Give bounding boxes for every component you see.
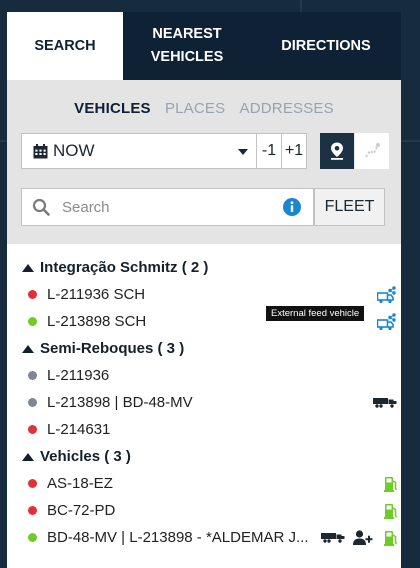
search-controls: VEHICLES PLACES ADDRESSES NOW -1 +1 Sear… [7, 80, 401, 244]
group-name: Semi-Reboques ( 3 ) [40, 340, 185, 357]
vehicle-label: L-213898 | BD-48-MV [47, 394, 193, 411]
search-box [21, 188, 314, 226]
tab-directions[interactable]: DIRECTIONS [251, 12, 401, 80]
group-header-integracao-schmitz[interactable]: Integração Schmitz ( 2 ) [7, 254, 401, 281]
group-header-semi-reboques[interactable]: Semi-Reboques ( 3 ) [7, 335, 401, 362]
tab-nearest-vehicles[interactable]: NEAREST VEHICLES [123, 12, 251, 80]
list-item-vehicle[interactable]: AS-18-EZ [7, 470, 401, 497]
location-pin-button[interactable] [320, 133, 354, 169]
list-item-vehicle[interactable]: L-213898 | BD-48-MV [7, 389, 401, 416]
route-icon [365, 143, 380, 158]
search-mode-switch: VEHICLES PLACES ADDRESSES [7, 100, 401, 117]
info-icon[interactable] [283, 198, 301, 216]
shared-truck-icon [377, 281, 397, 308]
fleet-button[interactable]: FLEET [314, 188, 385, 226]
status-dot [28, 425, 37, 434]
group-name: Integração Schmitz ( 2 ) [40, 259, 209, 276]
status-dot [28, 317, 37, 326]
search-icon [32, 198, 50, 216]
time-select[interactable]: NOW [21, 133, 259, 169]
group-header-vehicles[interactable]: Vehicles ( 3 ) [7, 443, 401, 470]
search-panel: SEARCH NEAREST VEHICLES DIRECTIONS VEHIC… [7, 12, 401, 568]
fuel-pump-icon [384, 470, 398, 497]
trailer-icon [373, 389, 397, 416]
group-name: Vehicles ( 3 ) [40, 448, 131, 465]
vehicle-label: L-211936 SCH [47, 286, 146, 303]
time-value: NOW [53, 141, 95, 160]
vehicle-label: L-214631 [47, 421, 111, 438]
status-dot [28, 479, 37, 488]
search-input[interactable] [60, 197, 269, 217]
shared-truck-icon [377, 308, 397, 335]
tab-search[interactable]: SEARCH [7, 12, 123, 80]
add-driver-icon [353, 524, 373, 551]
vehicle-label: L-213898 SCH [47, 313, 147, 330]
status-dot [28, 506, 37, 515]
fuel-pump-icon [384, 524, 398, 551]
list-item-vehicle[interactable]: BC-72-PD [7, 497, 401, 524]
list-item-vehicle[interactable]: L-214631 [7, 416, 401, 443]
status-dot [28, 398, 37, 407]
list-item-vehicle[interactable]: BD-48-MV | L-213898 - *ALDEMAR J... [7, 524, 401, 551]
fuel-pump-icon [384, 497, 398, 524]
tab-bar: SEARCH NEAREST VEHICLES DIRECTIONS [7, 12, 401, 80]
collapse-triangle-icon [22, 452, 34, 461]
collapse-triangle-icon [22, 344, 34, 353]
status-dot [28, 371, 37, 380]
list-item-vehicle[interactable]: L-211936 [7, 362, 401, 389]
tooltip: External feed vehicle [266, 306, 365, 321]
route-button[interactable] [355, 133, 389, 169]
calendar-icon [33, 143, 48, 158]
time-plus-button[interactable]: +1 [281, 133, 307, 169]
vehicle-label: AS-18-EZ [47, 475, 113, 492]
mode-addresses[interactable]: ADDRESSES [240, 100, 334, 117]
vehicle-label: BC-72-PD [47, 502, 116, 519]
status-dot [28, 533, 37, 542]
mode-places[interactable]: PLACES [165, 100, 225, 117]
list-item-vehicle[interactable]: L-211936 SCH [7, 281, 401, 308]
map-pin-icon [331, 142, 343, 160]
vehicle-label: L-211936 [47, 367, 110, 384]
trailer-icon [321, 524, 345, 551]
chevron-down-icon [238, 149, 248, 155]
time-minus-button[interactable]: -1 [256, 133, 282, 169]
collapse-triangle-icon [22, 263, 34, 272]
vehicle-label: BD-48-MV | L-213898 - *ALDEMAR J... [47, 529, 309, 546]
status-dot [28, 290, 37, 299]
mode-vehicles[interactable]: VEHICLES [74, 100, 151, 117]
